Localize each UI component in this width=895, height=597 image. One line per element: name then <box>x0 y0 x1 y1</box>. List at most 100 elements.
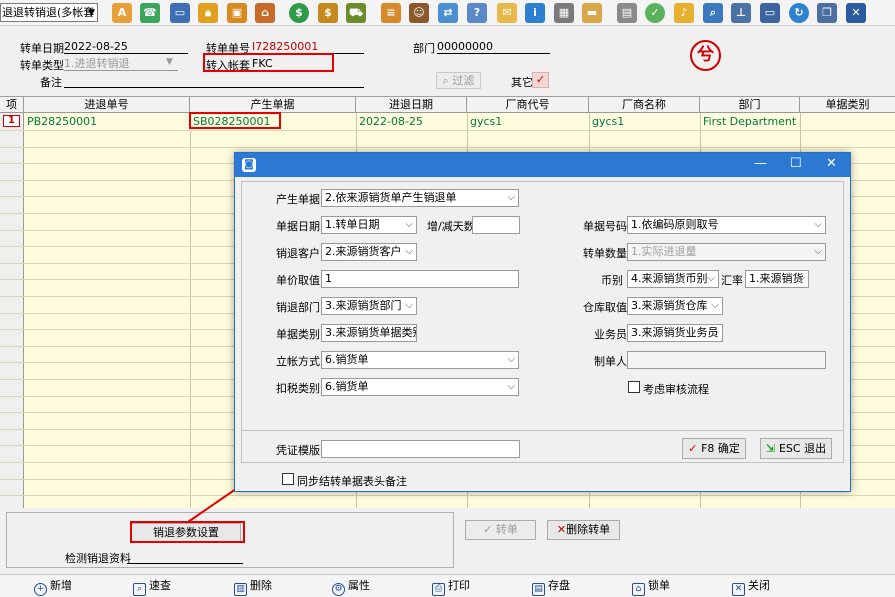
header-form: 转单日期 2022-08-25 转单类型 1.进退转销退 ▼ 备注 转单单号 I… <box>0 27 895 95</box>
dept-select[interactable]: 3.来源销货部门 ⌵ <box>321 297 417 315</box>
currency-label: 币别 <box>601 274 623 287</box>
home-icon[interactable]: ⌂ <box>255 3 275 23</box>
review-checkbox[interactable] <box>628 381 640 393</box>
check-circle-icon[interactable]: ✓ <box>645 3 665 23</box>
dialog-close-button[interactable]: ✕ <box>826 156 837 171</box>
type-field[interactable]: 1.进退转销退 <box>64 57 178 71</box>
remark-field[interactable] <box>64 74 364 88</box>
esc-button[interactable]: ⇲ ESC 退出 <box>760 438 832 459</box>
print-button[interactable]: ⎙ 打印 <box>432 579 470 596</box>
date-field[interactable]: 2022-08-25 <box>64 40 188 54</box>
delete-convert-button[interactable]: ✕删除转单 <box>547 520 620 540</box>
account-method-select[interactable]: 6.销货单 ⌵ <box>321 351 519 369</box>
document-icon[interactable]: ▤ <box>617 3 637 23</box>
minimize-button[interactable]: — <box>754 156 767 171</box>
cell-vendor-code[interactable]: gycs1 <box>470 115 502 128</box>
bell-icon[interactable]: ♪ <box>674 3 694 23</box>
col-header-department[interactable]: 部门 <box>700 97 800 113</box>
cell-return-date[interactable]: 2022-08-25 <box>359 115 423 128</box>
ok-button[interactable]: ✓ F8 确定 <box>682 438 746 459</box>
dept-field[interactable]: 00000000 <box>437 40 550 54</box>
mode-select[interactable]: 退退转销退(多帐套 ▼ <box>0 3 98 22</box>
rate-value: 1.来源销货 <box>749 272 804 285</box>
doc-type-label: 单据类别 <box>276 328 320 341</box>
col-header-doc-type[interactable]: 单据类别 <box>800 97 895 113</box>
doc-no-select[interactable]: 1.依编码原则取号 ⌵ <box>627 216 826 234</box>
calculator-icon[interactable]: ▦ <box>554 3 574 23</box>
voucher-input[interactable] <box>321 440 520 458</box>
chevron-down-icon: ⌵ <box>507 381 515 392</box>
save-button[interactable]: ▤ 存盘 <box>532 579 570 596</box>
other-checkbox[interactable]: ✓ <box>532 72 549 88</box>
col-header-vendor-code[interactable]: 厂商代号 <box>467 97 589 113</box>
cell-return-no[interactable]: PB28250001 <box>27 115 97 128</box>
currency-select[interactable]: 4.来源销货币别 ⌵ <box>627 270 719 288</box>
briefcase-icon[interactable]: ▣ <box>227 3 247 23</box>
filter-button[interactable]: ⌕ 过滤 <box>436 72 481 89</box>
toolbar: 退退转销退(多帐套 ▼ A ☎ ▭ 🔒︎ ▣ ⌂ $ $ ⛟ ≡ ☺ ⇄ ? ✉ … <box>0 0 895 26</box>
ok-label: F8 确定 <box>701 442 740 455</box>
remark-label: 备注 <box>40 76 62 89</box>
maker-input[interactable] <box>627 351 826 369</box>
money-bag-icon[interactable]: $ <box>318 3 338 23</box>
gear-icon: ⚙ <box>332 583 345 596</box>
org-chart-icon[interactable]: ⊥ <box>731 3 751 23</box>
doc-date-select[interactable]: 1.转单日期 ⌵ <box>321 216 417 234</box>
col-header-index[interactable]: 项 <box>0 97 24 113</box>
dialog-titlebar[interactable]: ◙ — ☐ ✕ <box>235 153 850 177</box>
quick-search-button[interactable]: ⌕ 速查 <box>133 579 171 596</box>
delete-convert-label: 删除转单 <box>566 523 611 536</box>
warehouse-label: 仓库取值 <box>583 301 627 314</box>
screen-icon[interactable]: ▭ <box>760 3 780 23</box>
qty-value: 1.实际进退量 <box>631 245 697 258</box>
qty-select[interactable]: 1.实际进退量 ⌵ <box>627 243 826 261</box>
maximize-button[interactable]: ☐ <box>790 156 802 171</box>
search-icon[interactable]: ⌕ <box>703 3 723 23</box>
people-icon[interactable]: ☺ <box>409 3 429 23</box>
refresh-icon[interactable]: ↻ <box>789 3 809 23</box>
window-icon[interactable]: ❐ <box>817 3 837 23</box>
clipboard-icon[interactable]: ≡ <box>381 3 401 23</box>
sync-label: 同步结转单据表头备注 <box>297 475 407 488</box>
order-no-field[interactable]: I728250001 <box>252 40 364 54</box>
phone-icon[interactable]: ☎ <box>140 3 160 23</box>
add-button[interactable]: + 新增 <box>34 579 72 596</box>
col-header-source-doc[interactable]: 产生单据 <box>190 97 356 113</box>
quick-search-label: 速查 <box>149 579 171 592</box>
properties-button[interactable]: ⚙ 属性 <box>332 579 370 596</box>
customer-select[interactable]: 2.来源销货客户 ⌵ <box>321 243 417 261</box>
info-icon[interactable]: i <box>525 3 545 23</box>
col-header-vendor-name[interactable]: 厂商名称 <box>589 97 700 113</box>
delete-button[interactable]: ▥ 删除 <box>234 579 272 596</box>
row-index-badge[interactable]: 1 <box>3 115 20 127</box>
salesman-select[interactable]: 3.来源销货业务员 ⌵ <box>627 324 723 342</box>
chevron-down-icon: ⌵ <box>405 300 413 311</box>
price-input[interactable]: 1 <box>321 270 519 288</box>
dollar-icon[interactable]: $ <box>289 3 309 23</box>
cell-department[interactable]: First Department <box>703 115 796 128</box>
rate-select[interactable]: 1.来源销货 ⌵ <box>745 270 809 288</box>
close-button[interactable]: ✕ 关闭 <box>732 579 770 596</box>
cart-icon[interactable]: ⛟ <box>346 3 366 23</box>
esc-label: ESC 退出 <box>778 442 827 455</box>
folder-icon[interactable]: ▬ <box>582 3 602 23</box>
col-header-return-date[interactable]: 进退日期 <box>356 97 467 113</box>
monitor-icon[interactable]: ▭ <box>170 3 190 23</box>
exchange-icon[interactable]: ⇄ <box>438 3 458 23</box>
cell-vendor-name[interactable]: gycs1 <box>592 115 624 128</box>
source-doc-select[interactable]: 2.依来源销货单产生销退单 ⌵ <box>321 189 519 207</box>
doc-type-select[interactable]: 3.来源销货单据类别 ⌵ <box>321 324 417 342</box>
sync-checkbox[interactable] <box>282 473 294 485</box>
tax-type-select[interactable]: 6.销货单 ⌵ <box>321 378 519 396</box>
mail-icon[interactable]: ✉ <box>497 3 517 23</box>
lock-icon[interactable]: 🔒︎ <box>198 3 218 23</box>
help-icon[interactable]: ? <box>467 3 487 23</box>
spell-check-icon[interactable]: A <box>112 3 132 23</box>
add-days-input[interactable] <box>472 216 520 234</box>
convert-button[interactable]: ✓ 转单 <box>465 520 536 540</box>
warehouse-select[interactable]: 3.来源销货仓库 ⌵ <box>627 297 723 315</box>
check-field[interactable] <box>127 550 243 564</box>
col-header-return-no[interactable]: 进退单号 <box>24 97 190 113</box>
lock-button[interactable]: ⌂ 锁单 <box>632 579 670 596</box>
close-icon[interactable]: ✕ <box>846 3 866 23</box>
